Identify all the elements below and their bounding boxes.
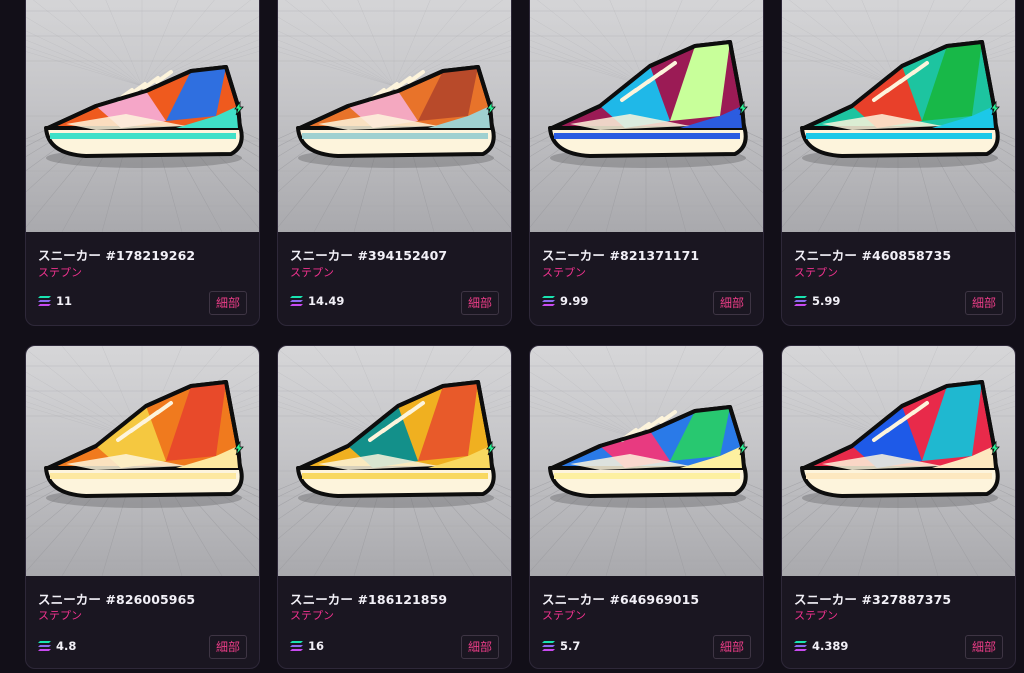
collection-name[interactable]: ステプン — [794, 607, 838, 623]
price-value: 5.99 — [812, 294, 841, 308]
sneaker-image[interactable] — [782, 0, 1015, 232]
details-button[interactable]: 細部 — [209, 635, 247, 659]
sneaker-title: スニーカー #821371171 — [542, 248, 700, 263]
price-row: 9.99 — [542, 293, 588, 309]
sneaker-title: スニーカー #646969015 — [542, 592, 700, 607]
sneaker-image[interactable] — [530, 346, 763, 576]
sneaker-artwork — [782, 346, 1015, 576]
details-button[interactable]: 細部 — [461, 635, 499, 659]
sneaker-card[interactable]: スニーカー #460858735 ステプン 5.99 細部 — [781, 0, 1016, 326]
details-button[interactable]: 細部 — [713, 291, 751, 315]
sneaker-card[interactable]: スニーカー #394152407 ステプン 14.49 細部 — [277, 0, 512, 326]
sneaker-card[interactable]: スニーカー #327887375 ステプン 4.389 細部 — [781, 345, 1016, 669]
solana-icon — [794, 292, 812, 311]
sneaker-artwork — [278, 0, 511, 232]
sneaker-card[interactable]: スニーカー #826005965 ステプン 4.8 細部 — [25, 345, 260, 669]
sneaker-artwork — [26, 346, 259, 576]
collection-name[interactable]: ステプン — [38, 264, 82, 280]
price-row: 14.49 — [290, 293, 344, 309]
sneaker-card[interactable]: スニーカー #646969015 ステプン 5.7 細部 — [529, 345, 764, 669]
sneaker-card[interactable]: スニーカー #178219262 ステプン 11 細部 — [25, 0, 260, 326]
sneaker-card[interactable]: スニーカー #821371171 ステプン 9.99 細部 — [529, 0, 764, 326]
sneaker-title: スニーカー #460858735 — [794, 248, 952, 263]
solana-icon — [38, 292, 56, 311]
sneaker-title: スニーカー #327887375 — [794, 592, 952, 607]
sneaker-image[interactable] — [278, 346, 511, 576]
solana-icon — [542, 292, 560, 311]
sneaker-artwork — [530, 346, 763, 576]
price-row: 11 — [38, 293, 72, 309]
price-row: 4.8 — [38, 638, 76, 654]
sneaker-image[interactable] — [26, 0, 259, 232]
sneaker-image[interactable] — [26, 346, 259, 576]
solana-icon — [542, 637, 560, 656]
details-button[interactable]: 細部 — [965, 291, 1003, 315]
sneaker-image[interactable] — [530, 0, 763, 232]
collection-name[interactable]: ステプン — [290, 264, 334, 280]
collection-name[interactable]: ステプン — [542, 264, 586, 280]
solana-icon — [290, 637, 308, 656]
sneaker-artwork — [530, 0, 763, 232]
sneaker-image[interactable] — [278, 0, 511, 232]
price-value: 16 — [308, 639, 325, 653]
collection-name[interactable]: ステプン — [38, 607, 82, 623]
sneaker-artwork — [26, 0, 259, 232]
collection-name[interactable]: ステプン — [290, 607, 334, 623]
price-row: 5.7 — [542, 638, 580, 654]
collection-name[interactable]: ステプン — [794, 264, 838, 280]
price-row: 4.389 — [794, 638, 848, 654]
price-value: 9.99 — [560, 294, 589, 308]
collection-name[interactable]: ステプン — [542, 607, 586, 623]
sneaker-artwork — [278, 346, 511, 576]
sneaker-title: スニーカー #826005965 — [38, 592, 196, 607]
price-value: 14.49 — [308, 294, 345, 308]
sneaker-artwork — [782, 0, 1015, 232]
sneaker-card[interactable]: スニーカー #186121859 ステプン 16 細部 — [277, 345, 512, 669]
solana-icon — [38, 637, 56, 656]
price-row: 5.99 — [794, 293, 840, 309]
sneaker-title: スニーカー #178219262 — [38, 248, 196, 263]
sneaker-title: スニーカー #186121859 — [290, 592, 448, 607]
details-button[interactable]: 細部 — [461, 291, 499, 315]
price-value: 4.389 — [812, 639, 849, 653]
price-value: 11 — [56, 294, 73, 308]
details-button[interactable]: 細部 — [209, 291, 247, 315]
solana-icon — [290, 292, 308, 311]
details-button[interactable]: 細部 — [965, 635, 1003, 659]
price-value: 5.7 — [560, 639, 581, 653]
solana-icon — [794, 637, 812, 656]
details-button[interactable]: 細部 — [713, 635, 751, 659]
sneaker-title: スニーカー #394152407 — [290, 248, 448, 263]
sneaker-image[interactable] — [782, 346, 1015, 576]
price-row: 16 — [290, 638, 324, 654]
price-value: 4.8 — [56, 639, 77, 653]
